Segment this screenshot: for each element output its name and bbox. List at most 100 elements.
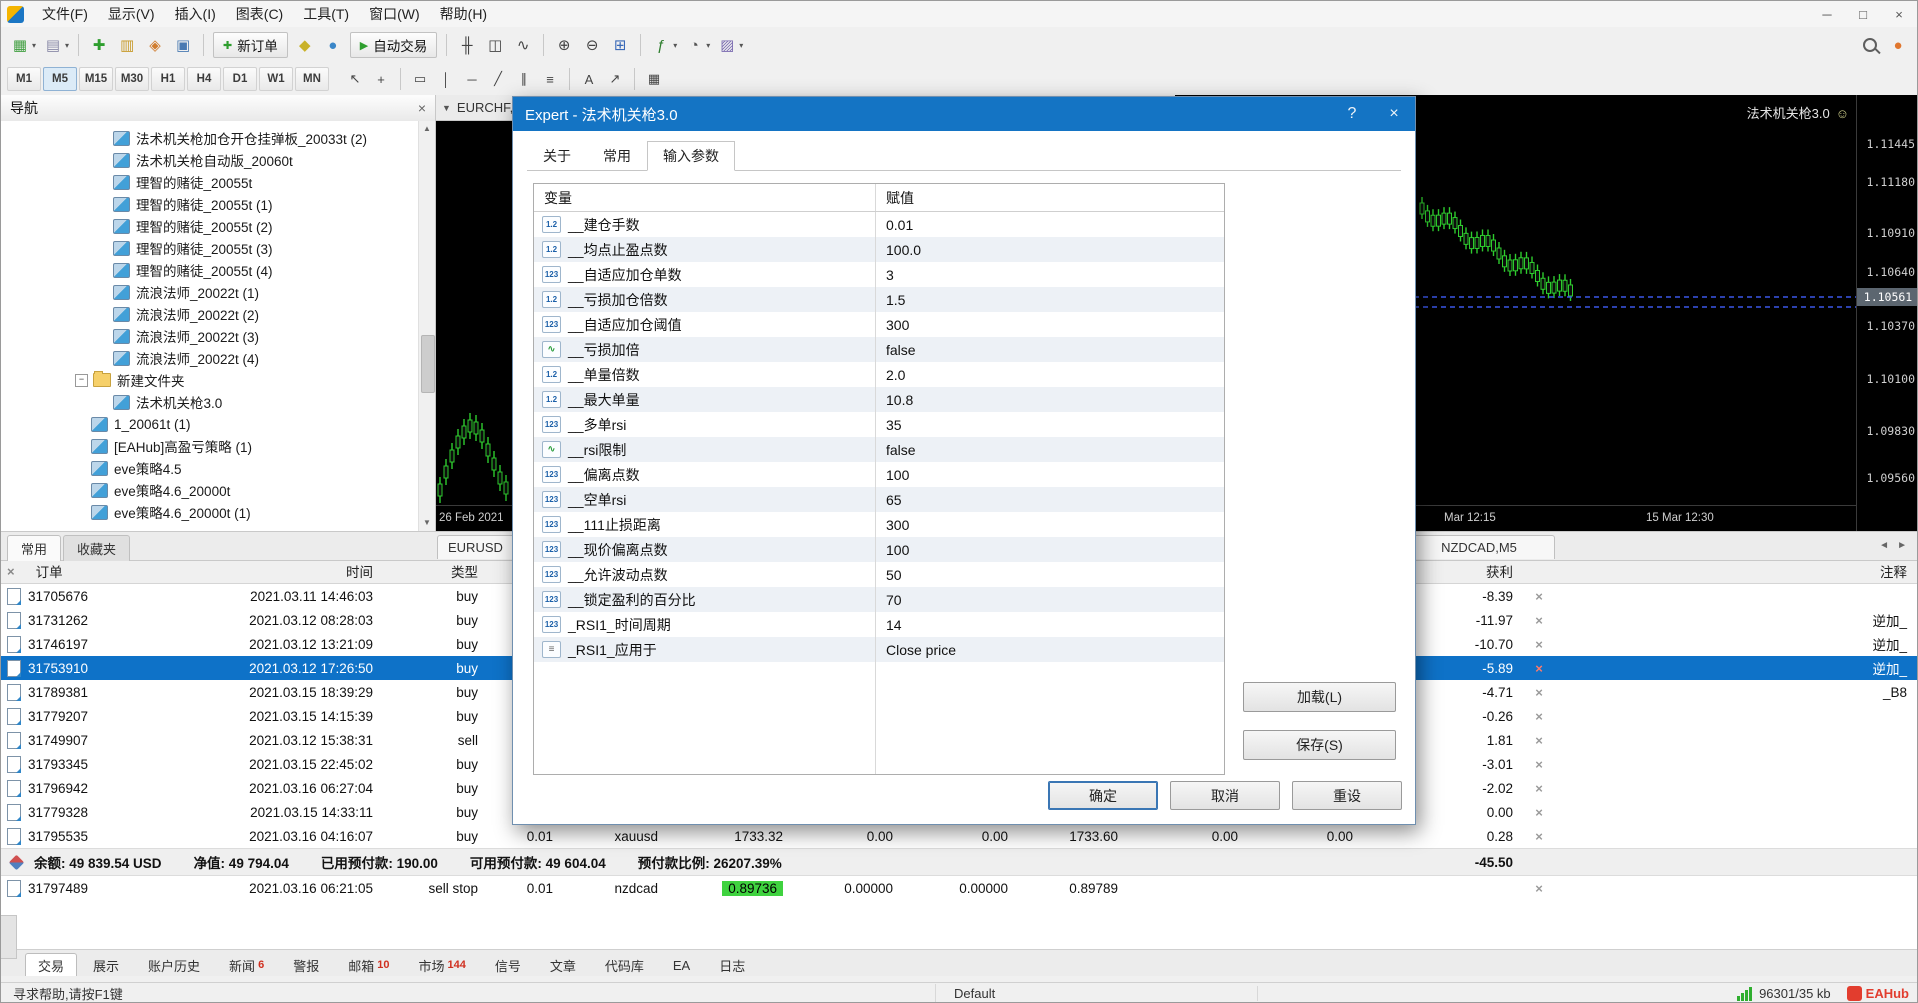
param-row[interactable]: ∿ __亏损加倍 false xyxy=(534,337,1224,362)
scrollbar-thumb[interactable] xyxy=(421,335,435,393)
menu-charts[interactable]: 图表(C) xyxy=(226,1,293,27)
close-order-button[interactable]: × xyxy=(1521,757,1557,772)
navigator-item[interactable]: 法术机关枪加仓开仓挂弹板_20033t (2) xyxy=(1,127,419,149)
notifications-icon[interactable]: ● xyxy=(1885,32,1911,58)
dialog-help-button[interactable]: ? xyxy=(1331,105,1373,123)
zoom-in-icon[interactable]: ⊕ xyxy=(551,32,577,58)
tabs-scroll-left-icon[interactable]: ◄ xyxy=(1879,540,1889,551)
param-value-cell[interactable]: 65 xyxy=(876,487,1224,512)
zoom-out-icon[interactable]: ⊖ xyxy=(579,32,605,58)
indicators-icon[interactable]: ƒ xyxy=(648,32,674,58)
colh-type[interactable]: 类型 xyxy=(381,561,486,581)
param-value-cell[interactable]: 35 xyxy=(876,412,1224,437)
scroll-down-icon[interactable]: ▼ xyxy=(419,515,435,531)
tab-trade[interactable]: 交易 xyxy=(25,953,78,976)
dialog-close-button[interactable]: × xyxy=(1373,105,1415,123)
shapes-icon[interactable]: ▭ xyxy=(408,68,432,90)
profiles-icon-dropdown[interactable]: ▾ xyxy=(65,41,69,50)
navigator-item[interactable]: 流浪法师_20022t (4) xyxy=(1,347,419,369)
close-order-button[interactable]: × xyxy=(1521,661,1557,676)
line-chart-icon[interactable]: ∿ xyxy=(510,32,536,58)
tab-common[interactable]: 常用 xyxy=(7,535,62,561)
tab-inputs[interactable]: 输入参数 xyxy=(647,141,735,171)
navigator-item[interactable]: eve策略4.5 xyxy=(1,457,419,479)
cursor-icon[interactable]: ↖ xyxy=(343,68,367,90)
param-value-cell[interactable]: 70 xyxy=(876,587,1224,612)
param-row[interactable]: 123 __偏离点数 100 xyxy=(534,462,1224,487)
tab-journal[interactable]: 日志 xyxy=(706,953,758,976)
close-order-button[interactable]: × xyxy=(1521,881,1557,896)
arrows-icon[interactable]: ↗ xyxy=(603,68,627,90)
tab-alerts[interactable]: 警报 xyxy=(280,953,332,976)
data-window-icon[interactable]: ▥ xyxy=(114,32,140,58)
order-row[interactable]: 31795535 2021.03.16 04:16:07 buy 0.01 xauusd… xyxy=(1,824,1917,848)
order-row[interactable]: 31797489 2021.03.16 06:21:05 sell stop 0.01… xyxy=(1,876,1917,900)
param-row[interactable]: 123 __111止损距离 300 xyxy=(534,512,1224,537)
param-value-cell[interactable]: 50 xyxy=(876,562,1224,587)
minimize-button[interactable]: ─ xyxy=(1809,7,1845,22)
tabs-scroll-right-icon[interactable]: ► xyxy=(1897,540,1907,551)
navigator-item[interactable]: 法术机关枪3.0 xyxy=(1,391,419,413)
tree-collapse-icon[interactable]: − xyxy=(75,373,88,387)
close-order-button[interactable]: × xyxy=(1521,733,1557,748)
close-order-button[interactable]: × xyxy=(1521,781,1557,796)
navigator-item[interactable]: eve策略4.6_20000t (1) xyxy=(1,501,419,523)
chart-tab-nzdcad[interactable]: NZDCAD,M5 xyxy=(1403,535,1555,559)
param-value-cell[interactable]: false xyxy=(876,337,1224,362)
param-row[interactable]: 123 _RSI1_时间周期 14 xyxy=(534,612,1224,637)
restore-button[interactable]: □ xyxy=(1845,7,1881,22)
vertical-line-icon[interactable]: │ xyxy=(434,68,458,90)
crosshair-icon[interactable]: + xyxy=(369,68,393,90)
scroll-up-icon[interactable]: ▲ xyxy=(419,121,435,137)
dialog-title-bar[interactable]: Expert - 法术机关枪3.0 ? × xyxy=(513,97,1415,131)
close-order-button[interactable]: × xyxy=(1521,709,1557,724)
periods-icon-dropdown[interactable]: ▾ xyxy=(706,41,710,50)
periods-icon[interactable]: ◔ xyxy=(681,32,707,58)
param-row[interactable]: 123 __自适应加仓阈值 300 xyxy=(534,312,1224,337)
tab-account-history[interactable]: 账户历史 xyxy=(135,953,213,976)
timeframe-w1-button[interactable]: W1 xyxy=(259,67,293,91)
tile-windows-icon[interactable]: ⊞ xyxy=(607,32,633,58)
navigator-icon[interactable]: ◈ xyxy=(142,32,168,58)
param-row[interactable]: 123 __锁定盈利的百分比 70 xyxy=(534,587,1224,612)
param-value-cell[interactable]: Close price xyxy=(876,637,1224,662)
param-value-cell[interactable]: 100 xyxy=(876,462,1224,487)
navigator-item[interactable]: 1_20061t (1) xyxy=(1,413,419,435)
navigator-item[interactable]: 理智的赌徒_20055t (4) xyxy=(1,259,419,281)
tab-codebase[interactable]: 代码库 xyxy=(592,953,657,976)
navigator-scrollbar[interactable]: ▲ ▼ xyxy=(418,121,435,531)
param-value-cell[interactable]: 300 xyxy=(876,512,1224,537)
timeframe-m15-button[interactable]: M15 xyxy=(79,67,113,91)
tab-news[interactable]: 新闻 6 xyxy=(216,953,277,976)
close-order-button[interactable]: × xyxy=(1521,637,1557,652)
tab-articles[interactable]: 文章 xyxy=(537,953,589,976)
horizontal-line-icon[interactable]: ─ xyxy=(460,68,484,90)
param-row[interactable]: 1.2 __亏损加仓倍数 1.5 xyxy=(534,287,1224,312)
tab-about[interactable]: 关于 xyxy=(527,141,587,171)
new-chart-icon-dropdown[interactable]: ▾ xyxy=(32,41,36,50)
fibonacci-icon[interactable]: ≡ xyxy=(538,68,562,90)
navigator-item[interactable]: − 新建文件夹 xyxy=(1,369,419,391)
navigator-item[interactable]: eve策略4.6_20000t xyxy=(1,479,419,501)
param-row[interactable]: 1.2 __建仓手数 0.01 xyxy=(534,212,1224,237)
auto-trading-button[interactable]: ▶ 自动交易 xyxy=(349,32,438,58)
mql5-community-icon[interactable]: ● xyxy=(320,32,346,58)
tab-experts[interactable]: EA xyxy=(660,953,703,976)
market-watch-icon[interactable]: ✚ xyxy=(86,32,112,58)
navigator-close-icon[interactable]: × xyxy=(418,100,426,116)
grid-icon[interactable]: ▦ xyxy=(642,68,666,90)
close-order-button[interactable]: × xyxy=(1521,685,1557,700)
side-vertical-tab[interactable] xyxy=(1,915,17,959)
cancel-button[interactable]: 取消 xyxy=(1170,781,1280,810)
param-row[interactable]: 123 __多单rsi 35 xyxy=(534,412,1224,437)
new-chart-icon[interactable]: ▦ xyxy=(7,32,33,58)
param-value-cell[interactable]: 0.01 xyxy=(876,212,1224,237)
profiles-icon[interactable]: ▤ xyxy=(40,32,66,58)
tab-common-dialog[interactable]: 常用 xyxy=(587,141,647,171)
channel-icon[interactable]: ∥ xyxy=(512,68,536,90)
colh-time[interactable]: 时间 xyxy=(191,561,381,581)
param-row[interactable]: 123 __允许波动点数 50 xyxy=(534,562,1224,587)
param-value-cell[interactable]: 10.8 xyxy=(876,387,1224,412)
close-order-button[interactable]: × xyxy=(1521,805,1557,820)
tab-market[interactable]: 市场 144 xyxy=(405,953,478,976)
